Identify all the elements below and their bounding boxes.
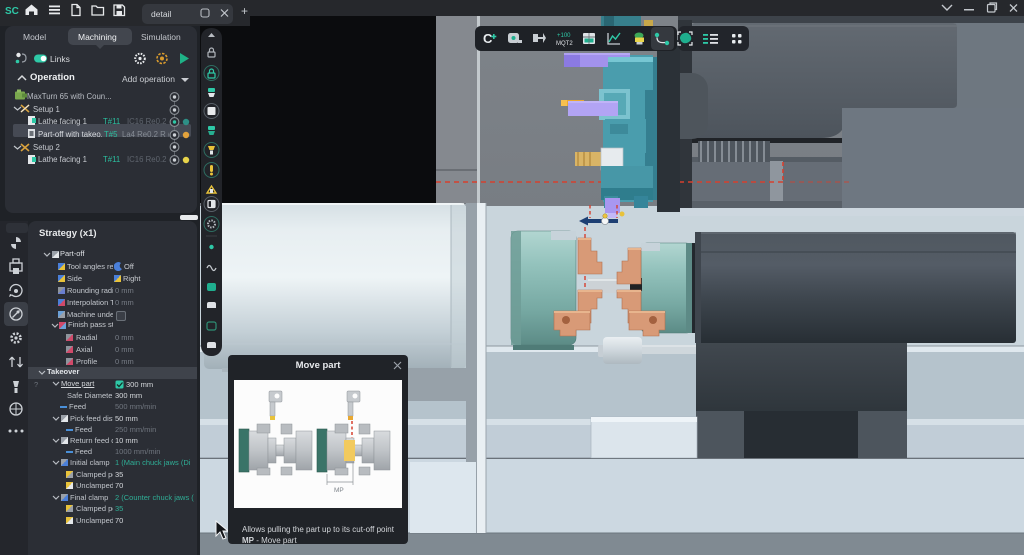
svg-text:MQT2: MQT2 bbox=[556, 41, 573, 47]
svg-text:SC: SC bbox=[5, 6, 19, 17]
svg-text:MP: MP bbox=[334, 487, 344, 494]
svg-text:+: + bbox=[241, 4, 248, 18]
svg-text:C: C bbox=[483, 31, 493, 46]
svg-text:+100: +100 bbox=[557, 33, 571, 39]
